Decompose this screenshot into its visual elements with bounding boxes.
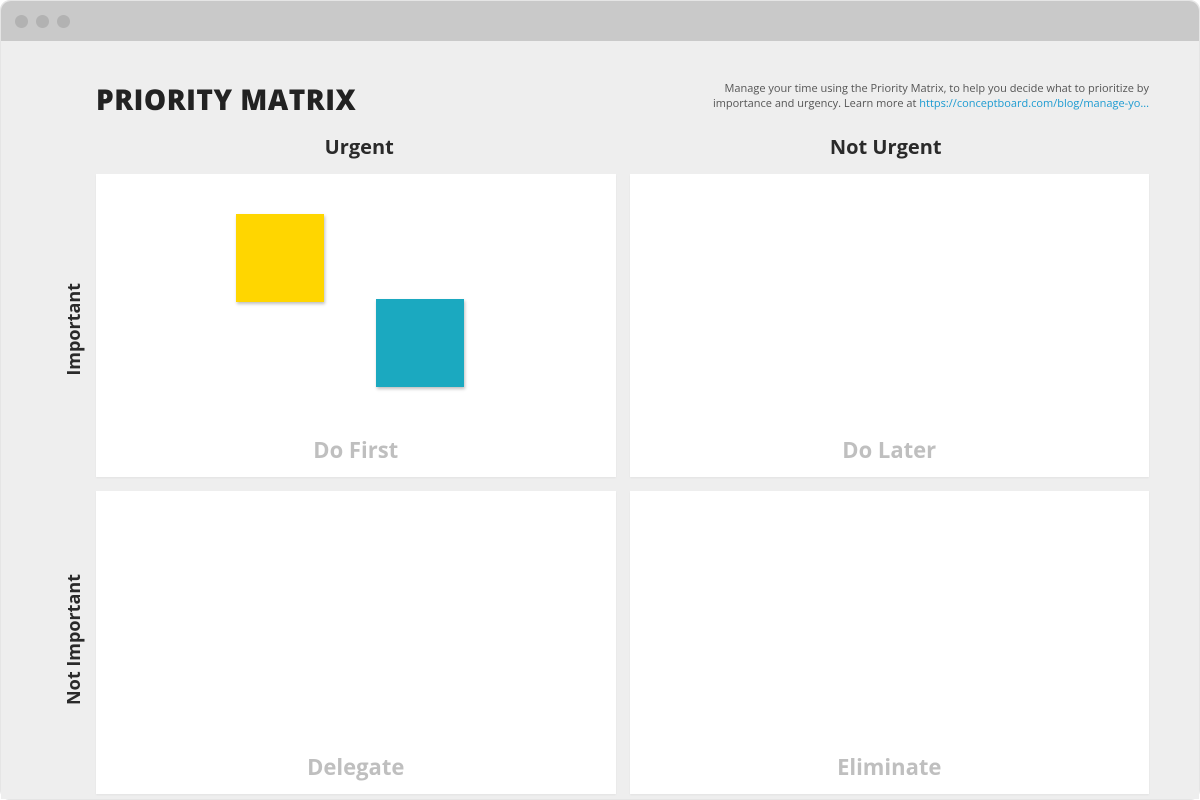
row-label-important-text: Important	[62, 283, 86, 376]
row-label-not-important-text: Not Important	[62, 574, 86, 705]
quadrant-delegate[interactable]: Delegate	[96, 491, 616, 794]
quadrant-label-eliminate: Eliminate	[630, 752, 1150, 782]
browser-frame: PRIORITY MATRIX Manage your time using t…	[0, 0, 1200, 800]
row-label-important: Important	[51, 174, 96, 484]
page-title: PRIORITY MATRIX	[96, 81, 356, 119]
window-titlebar	[1, 1, 1199, 41]
window-close-icon[interactable]	[15, 15, 28, 28]
learn-more-link[interactable]: https://conceptboard.com/blog/manage-yo.…	[919, 96, 1149, 111]
column-header-urgent: Urgent	[96, 127, 623, 166]
window-maximize-icon[interactable]	[57, 15, 70, 28]
row-label-not-important: Not Important	[51, 484, 96, 794]
quadrant-do-first[interactable]: Do First	[96, 174, 616, 477]
column-headers: Urgent Not Urgent	[96, 127, 1149, 166]
matrix-grid: Do First Do Later Delegate Eliminate	[96, 174, 1149, 794]
description-text: Manage your time using the Priority Matr…	[679, 81, 1149, 112]
quadrant-do-later[interactable]: Do Later	[630, 174, 1150, 477]
quadrant-label-delegate: Delegate	[96, 752, 616, 782]
quadrant-label-do-first: Do First	[96, 435, 616, 465]
workspace-canvas[interactable]: PRIORITY MATRIX Manage your time using t…	[1, 41, 1199, 799]
column-header-not-urgent: Not Urgent	[623, 127, 1150, 166]
row-labels: Important Not Important	[51, 174, 96, 794]
sticky-note-yellow[interactable]	[236, 214, 324, 302]
quadrant-label-do-later: Do Later	[630, 435, 1150, 465]
sticky-note-teal[interactable]	[376, 299, 464, 387]
matrix-grid-area: Important Not Important Do First Do Late…	[51, 174, 1149, 794]
header-row: PRIORITY MATRIX Manage your time using t…	[51, 81, 1149, 119]
window-minimize-icon[interactable]	[36, 15, 49, 28]
quadrant-eliminate[interactable]: Eliminate	[630, 491, 1150, 794]
